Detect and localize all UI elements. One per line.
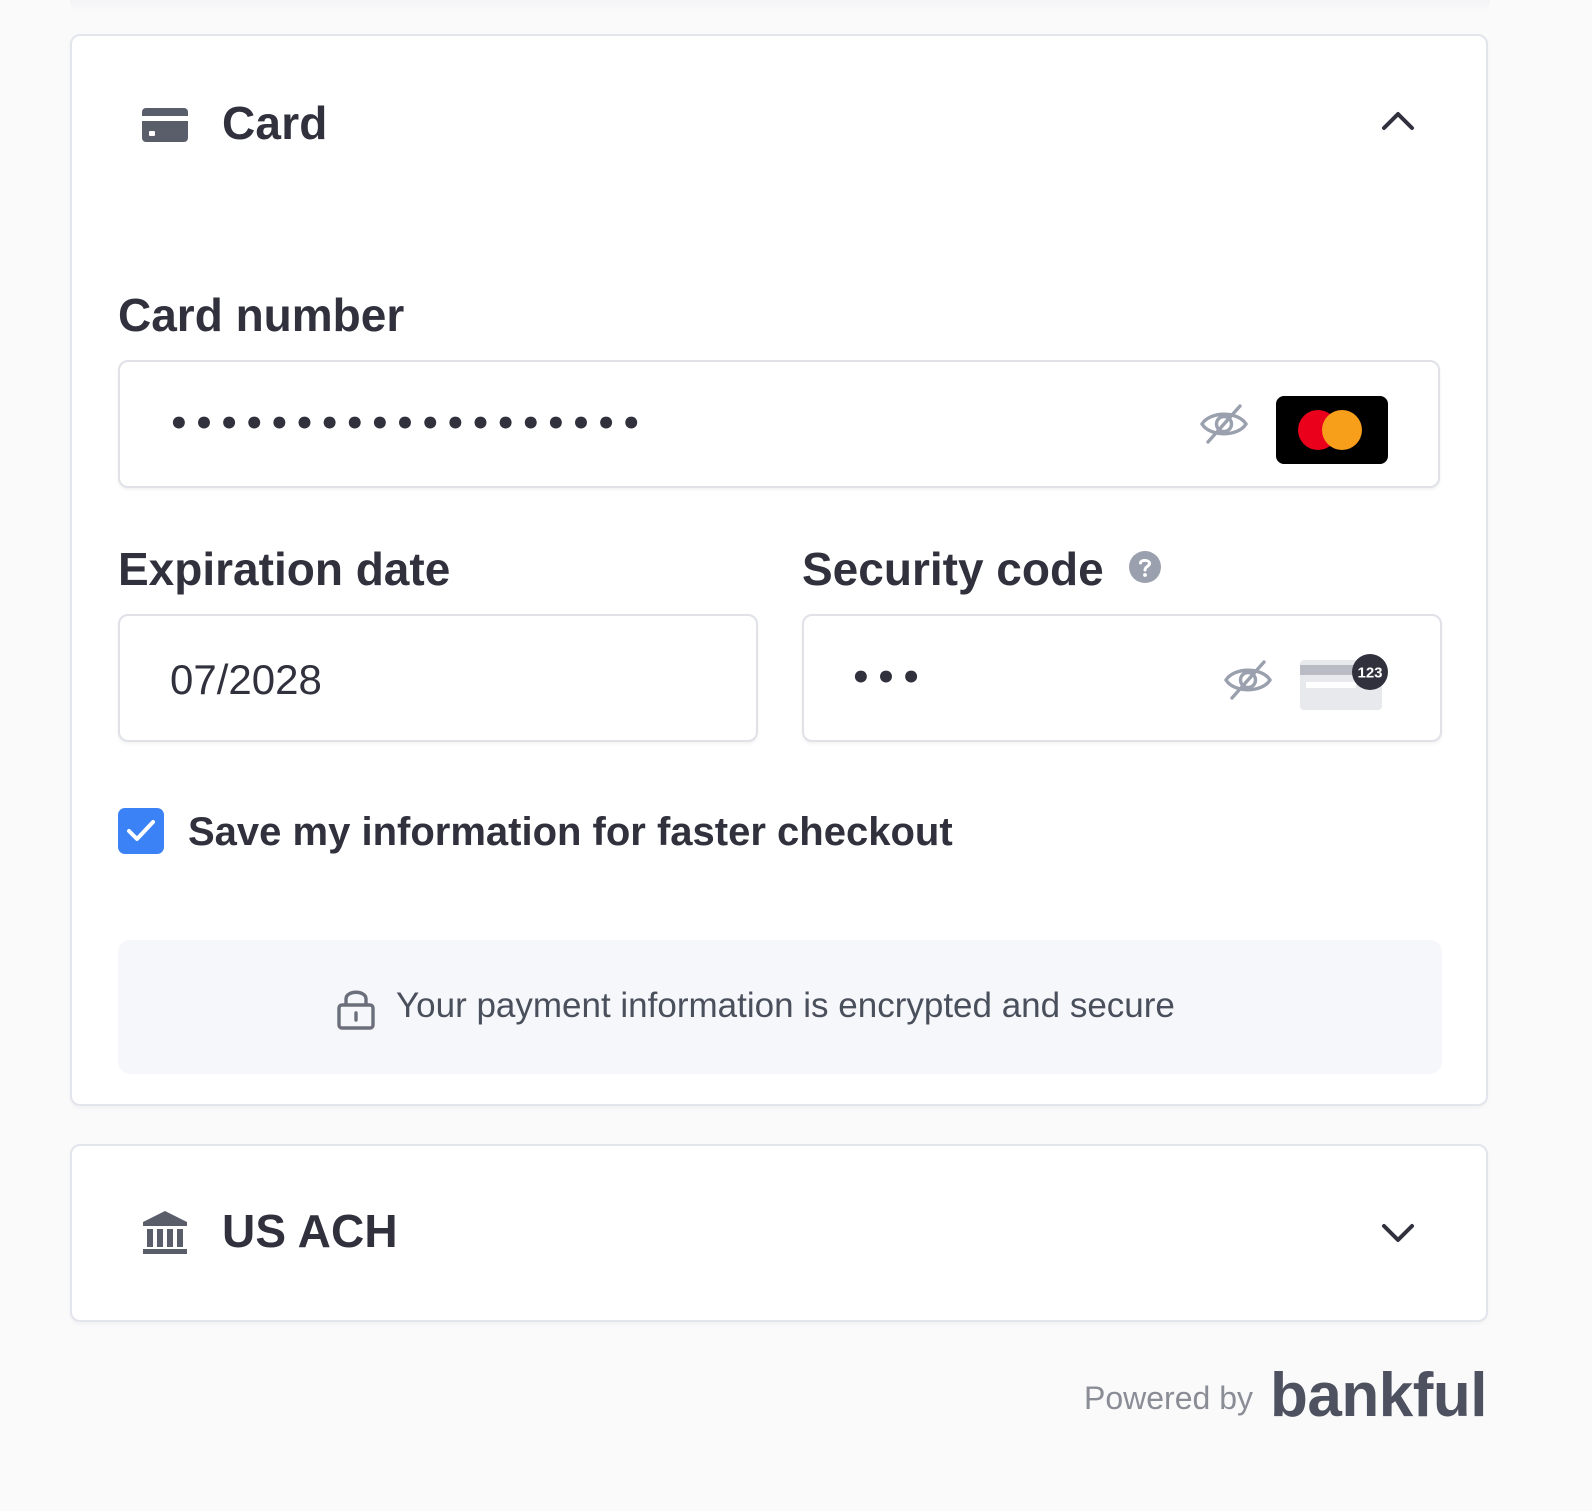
ach-accordion-header[interactable]: US ACH [72,1146,1486,1320]
card-number-value: ••••••••••••••••••• [168,404,646,444]
previous-panel-edge [70,0,1490,14]
expiration-date-value: 07/2028 [170,656,322,703]
save-info-label[interactable]: Save my information for faster checkout [188,810,953,855]
card-number-label: Card number [118,289,405,341]
eye-off-icon[interactable] [1198,398,1250,450]
ach-payment-panel: US ACH [70,1144,1488,1322]
card-accordion-header[interactable]: Card [72,36,1486,212]
chevron-down-icon[interactable] [1378,1212,1418,1252]
eye-off-icon[interactable] [1222,654,1274,706]
card-section-title: Card [222,97,328,149]
security-code-value: ••• [850,658,926,698]
powered-by-text: Powered by [1084,1380,1253,1416]
bank-icon [143,1211,187,1254]
cvc-card-hint-icon: 123 [1300,654,1388,710]
check-icon [127,820,155,841]
credit-card-icon [142,108,188,142]
security-code-input[interactable]: ••• 123 [802,614,1442,742]
save-info-checkbox[interactable] [118,808,164,854]
bankful-logo[interactable]: bankful [1270,1360,1487,1431]
question-circle-icon[interactable] [1128,550,1162,584]
ach-section-title: US ACH [222,1205,398,1257]
card-payment-panel: Card Card number ••••••••••••••••••• Exp… [70,34,1488,1106]
mastercard-logo [1276,396,1388,464]
security-code-label: Security code [802,543,1104,595]
secure-notice: Your payment information is encrypted an… [118,940,1442,1074]
secure-notice-text: Your payment information is encrypted an… [396,986,1175,1025]
chevron-up-icon[interactable] [1378,102,1418,142]
cvc-hint-text: 123 [1357,665,1382,682]
lock-icon [337,990,375,1030]
expiration-date-input[interactable]: 07/2028 [118,614,758,742]
card-number-input[interactable]: ••••••••••••••••••• [118,360,1440,488]
expiration-date-label: Expiration date [118,543,451,595]
